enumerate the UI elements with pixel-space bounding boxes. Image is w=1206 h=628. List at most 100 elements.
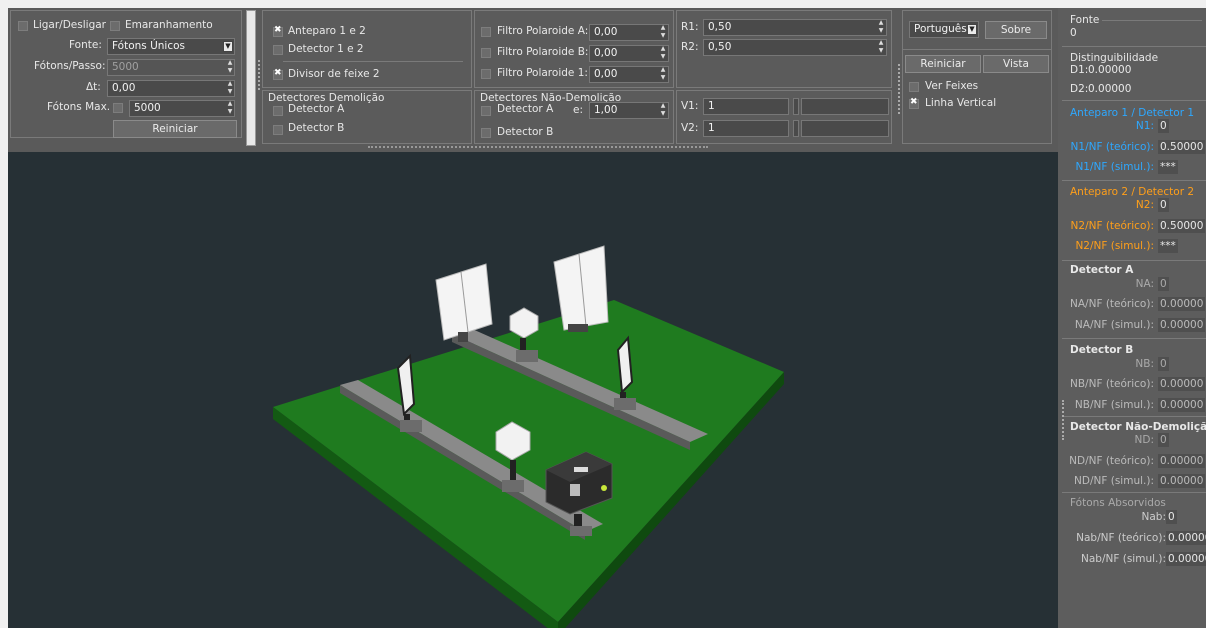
spin-arrows-icon[interactable]: ▲ ▼ xyxy=(876,19,886,36)
filter-b-input[interactable]: 0,00 xyxy=(589,45,669,62)
nondemolition-panel: Detectores Não-Demolição Detector A e: 1… xyxy=(474,90,674,144)
max-photons-label: Fótons Max. xyxy=(47,101,111,113)
nd-det-a-checkbox[interactable] xyxy=(481,106,491,116)
absorbed-title: Fótons Absorvidos xyxy=(1070,497,1166,509)
nab-value: 0 xyxy=(1166,510,1177,524)
optical-table-scene xyxy=(273,245,784,628)
demolition-panel: Detectores Demolição Detector A Detector… xyxy=(262,90,472,144)
nd-value: 0 xyxy=(1158,433,1169,447)
spin-arrows-icon[interactable]: ▲ ▼ xyxy=(225,100,235,117)
det-b-checkbox[interactable] xyxy=(273,125,283,135)
top-view-button[interactable]: Vista Superior xyxy=(983,55,1049,73)
photons-step-input[interactable]: 5000 xyxy=(107,59,235,76)
screen12-checkbox[interactable] xyxy=(273,25,283,37)
filter-a-checkbox[interactable] xyxy=(481,27,491,37)
nd-det-b-label: Detector B xyxy=(497,126,554,138)
n1-value: 0 xyxy=(1158,119,1169,133)
3d-viewport[interactable] xyxy=(8,152,1058,628)
splitter2-label: Divisor de feixe 2 xyxy=(288,68,380,80)
detector12-label: Detector 1 e 2 xyxy=(288,43,364,55)
divider xyxy=(283,61,463,62)
entangle-label: Emaranhamento xyxy=(125,19,213,31)
filter-1-checkbox[interactable] xyxy=(481,69,491,79)
spin-arrows-icon[interactable]: ▲ ▼ xyxy=(658,45,668,62)
detector12-checkbox[interactable] xyxy=(273,45,283,55)
distinguish-title: Distinguibilidade xyxy=(1070,52,1159,64)
v1-extra-field[interactable] xyxy=(793,98,799,115)
n2-theo-label: N2/NF (teórico): xyxy=(1070,220,1154,232)
chevron-down-icon[interactable]: ▼ xyxy=(967,24,977,35)
spin-arrows-icon[interactable]: ▲ ▼ xyxy=(658,24,668,41)
n1-label: N1: xyxy=(1135,120,1154,132)
v1-input[interactable]: 1 xyxy=(703,98,789,115)
n1-sim-value: *** xyxy=(1158,160,1178,174)
splitter2-checkbox[interactable] xyxy=(273,68,283,80)
laser-post xyxy=(574,514,582,528)
d1-label: D1: xyxy=(1070,64,1089,76)
r1-input[interactable]: 0,50 xyxy=(703,19,887,36)
spin-arrows-icon[interactable]: ▲ ▼ xyxy=(876,39,886,56)
filter-b-label: Filtro Polaroide B: xyxy=(497,46,589,58)
spin-arrows-icon[interactable]: ▲ ▼ xyxy=(225,59,235,76)
reset-button[interactable]: Reiniciar xyxy=(113,120,237,138)
show-beams-label: Ver Feixes xyxy=(925,80,979,92)
vertical-line-checkbox[interactable] xyxy=(909,97,919,109)
beam-splitter-2-post xyxy=(510,460,516,482)
v1-extra-field-2[interactable] xyxy=(801,98,889,115)
nd-det-b-checkbox[interactable] xyxy=(481,128,491,138)
det-b-label: Detector B xyxy=(288,122,345,134)
mount-2 xyxy=(502,480,524,492)
d1-value: 0.00000 xyxy=(1088,64,1132,76)
source-select[interactable]: Fótons Únicos xyxy=(107,38,235,55)
nab-sim-label: Nab/NF (simul.): xyxy=(1081,553,1166,565)
v2-extra-field-2[interactable] xyxy=(801,120,889,137)
show-beams-checkbox[interactable] xyxy=(909,82,919,92)
toggle-label: Ligar/Desligar xyxy=(33,19,106,31)
divider xyxy=(1062,338,1206,339)
max-photons-checkbox[interactable] xyxy=(113,103,123,113)
screen-2 xyxy=(553,245,609,331)
spin-arrows-icon[interactable]: ▲ ▼ xyxy=(658,66,668,83)
dt-input[interactable]: 0,00 xyxy=(107,80,235,97)
spin-arrows-icon[interactable]: ▲ ▼ xyxy=(658,102,668,119)
screens-panel: Anteparo 1 e 2 Detector 1 e 2 Divisor de… xyxy=(262,10,472,88)
warning-sticker xyxy=(570,484,580,496)
statistics-panel: Fonte 0 Distinguibilidade D1: 0.00000 D2… xyxy=(1058,8,1206,628)
about-button[interactable]: Sobre xyxy=(985,21,1047,39)
max-photons-input[interactable]: 5000 xyxy=(129,100,235,117)
dt-label: Δt: xyxy=(86,81,101,93)
toolbar-scrollbar[interactable] xyxy=(246,10,256,146)
resize-grip[interactable] xyxy=(368,146,708,148)
n2-sim-value: *** xyxy=(1158,239,1178,253)
chevron-down-icon[interactable]: ▼ xyxy=(223,41,233,52)
det-a-checkbox[interactable] xyxy=(273,106,283,116)
filter-1-input[interactable]: 0,00 xyxy=(589,66,669,83)
detector-b-title: Detector B xyxy=(1070,344,1134,356)
r2-input[interactable]: 0,50 xyxy=(703,39,887,56)
n2-label: N2: xyxy=(1135,199,1154,211)
toggle-checkbox[interactable] xyxy=(18,21,28,31)
nd-det-a-label: Detector A xyxy=(497,103,554,115)
nb-theo-label: NB/NF (teórico): xyxy=(1070,378,1154,390)
filter-a-input[interactable]: 0,00 xyxy=(589,24,669,41)
divider xyxy=(1062,100,1206,101)
source-label: Fonte: xyxy=(69,39,102,51)
v2-extra-field[interactable] xyxy=(793,120,799,137)
view-panel: Português ▼ Sobre Reiniciar Câmera Vista… xyxy=(902,10,1052,144)
mount-3 xyxy=(516,350,538,362)
filter-a-label: Filtro Polaroide A: xyxy=(497,25,589,37)
nb-sim-value: 0.00000 xyxy=(1158,398,1206,412)
divider xyxy=(258,60,260,90)
filter-b-checkbox[interactable] xyxy=(481,48,491,58)
spin-arrows-icon[interactable]: ▲ ▼ xyxy=(225,80,235,97)
entangle-checkbox[interactable] xyxy=(110,21,120,31)
mount-1 xyxy=(400,420,422,432)
nb-label: NB: xyxy=(1135,358,1154,370)
r1-label: R1: xyxy=(681,21,699,33)
screen2-title: Anteparo 2 / Detector 2 xyxy=(1070,186,1195,198)
divider xyxy=(1062,180,1206,181)
v2-input[interactable]: 1 xyxy=(703,120,789,137)
laser-label xyxy=(574,467,588,472)
reset-camera-button[interactable]: Reiniciar Câmera xyxy=(905,55,981,73)
e-input[interactable]: 1,00 xyxy=(589,102,669,119)
